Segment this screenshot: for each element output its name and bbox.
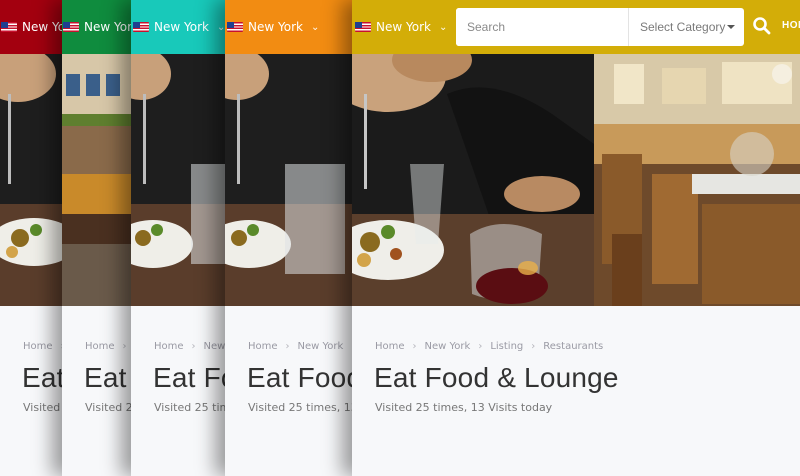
- visit-counter: Visited 25 times, 13 Visits today: [375, 401, 553, 414]
- breadcrumb: Home › New York: [248, 341, 343, 352]
- nav-home-link[interactable]: HOME: [782, 20, 800, 31]
- chevron-right-icon: ›: [478, 341, 483, 352]
- listing-photo: [352, 54, 800, 306]
- city-label: New York: [154, 20, 209, 34]
- listing-title: Eat Food & Lounge: [374, 362, 619, 393]
- us-flag-icon: [133, 22, 149, 32]
- search-input[interactable]: [456, 8, 628, 46]
- us-flag-icon: [355, 22, 371, 32]
- breadcrumb-home-link[interactable]: Home: [248, 341, 278, 352]
- chevron-right-icon: ›: [412, 341, 417, 352]
- breadcrumb-home-link[interactable]: Home: [375, 341, 405, 352]
- breadcrumb-city-link[interactable]: New York: [298, 341, 344, 352]
- category-select[interactable]: Select Category: [628, 8, 744, 46]
- city-label: New York: [376, 20, 431, 34]
- us-flag-icon: [63, 22, 79, 32]
- breadcrumb-section-link[interactable]: Listing: [490, 341, 523, 352]
- theme-preview-card-gold: New York ⌄ Select Category HOME: [352, 0, 800, 476]
- breadcrumb-home-link[interactable]: Home: [85, 341, 115, 352]
- breadcrumb: Home › New York › Listing › Restaurants: [375, 341, 603, 352]
- us-flag-icon: [227, 22, 243, 32]
- breadcrumb-home-link[interactable]: Home: [23, 341, 53, 352]
- caret-down-icon: [727, 25, 735, 29]
- city-selector[interactable]: New York ⌄: [133, 0, 225, 54]
- chevron-right-icon: ›: [191, 341, 196, 352]
- breadcrumb-home-link[interactable]: Home: [154, 341, 184, 352]
- chevron-down-icon: ⌄: [310, 21, 320, 33]
- chevron-down-icon: ⌄: [438, 21, 448, 33]
- city-selector[interactable]: New York ⌄: [227, 0, 319, 54]
- us-flag-icon: [1, 22, 17, 32]
- search-icon[interactable]: [752, 16, 772, 36]
- city-selector[interactable]: New York ⌄: [355, 0, 447, 54]
- chevron-right-icon: ›: [531, 341, 536, 352]
- search-bar: Select Category: [456, 8, 744, 46]
- city-label: New York: [248, 20, 303, 34]
- chevron-right-icon: ›: [122, 341, 127, 352]
- chevron-right-icon: ›: [285, 341, 290, 352]
- breadcrumb-city-link[interactable]: New York: [425, 341, 471, 352]
- category-select-label: Select Category: [640, 20, 726, 34]
- breadcrumb-category-link[interactable]: Restaurants: [543, 341, 603, 352]
